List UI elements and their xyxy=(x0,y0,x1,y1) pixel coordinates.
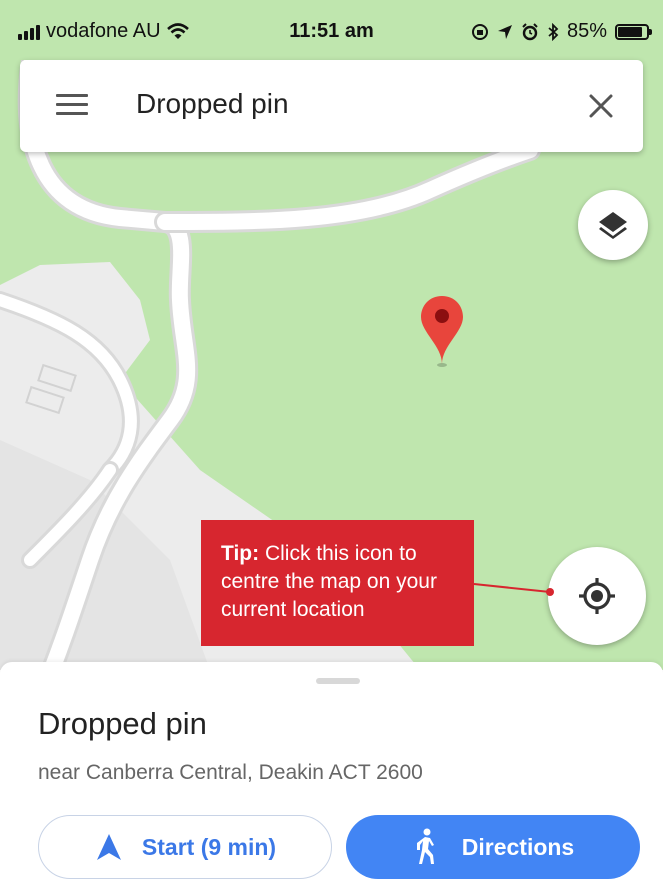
battery-icon xyxy=(615,23,652,40)
search-query[interactable]: Dropped pin xyxy=(136,88,289,120)
search-bar[interactable]: Dropped pin xyxy=(20,60,643,152)
place-sheet[interactable]: Dropped pin near Canberra Central, Deaki… xyxy=(0,662,663,888)
crosshair-icon xyxy=(579,578,615,614)
status-bar: vodafone AU 11:51 am 85% xyxy=(0,0,663,60)
walking-person-icon xyxy=(416,828,434,864)
tip-callout: Tip: Click this icon to centre the map o… xyxy=(201,520,474,646)
map-pin-icon xyxy=(421,296,463,367)
start-button[interactable]: Start (9 min) xyxy=(38,815,332,879)
layers-button[interactable] xyxy=(578,190,648,260)
dropped-pin-marker[interactable] xyxy=(419,294,465,368)
directions-button-label: Directions xyxy=(461,833,575,860)
start-button-label: Start (9 min) xyxy=(141,833,277,860)
layers-icon xyxy=(599,212,627,239)
directions-button[interactable]: Directions xyxy=(346,815,640,879)
place-address: near Canberra Central, Deakin ACT 2600 xyxy=(38,761,423,784)
location-arrow-icon xyxy=(497,24,512,39)
tip-connector-line xyxy=(473,583,554,596)
my-location-button[interactable] xyxy=(548,547,646,645)
battery-percent: 85% xyxy=(566,20,607,42)
alarm-icon xyxy=(522,22,538,40)
tip-label: Tip: xyxy=(221,542,260,565)
status-right: 85% xyxy=(471,20,652,43)
bluetooth-icon xyxy=(548,22,559,41)
close-icon[interactable] xyxy=(581,86,621,126)
drag-handle[interactable] xyxy=(316,678,360,684)
rotation-lock-icon xyxy=(471,23,488,40)
place-title: Dropped pin xyxy=(38,706,207,741)
navigation-arrow-icon xyxy=(96,834,121,860)
menu-icon[interactable] xyxy=(56,94,88,118)
